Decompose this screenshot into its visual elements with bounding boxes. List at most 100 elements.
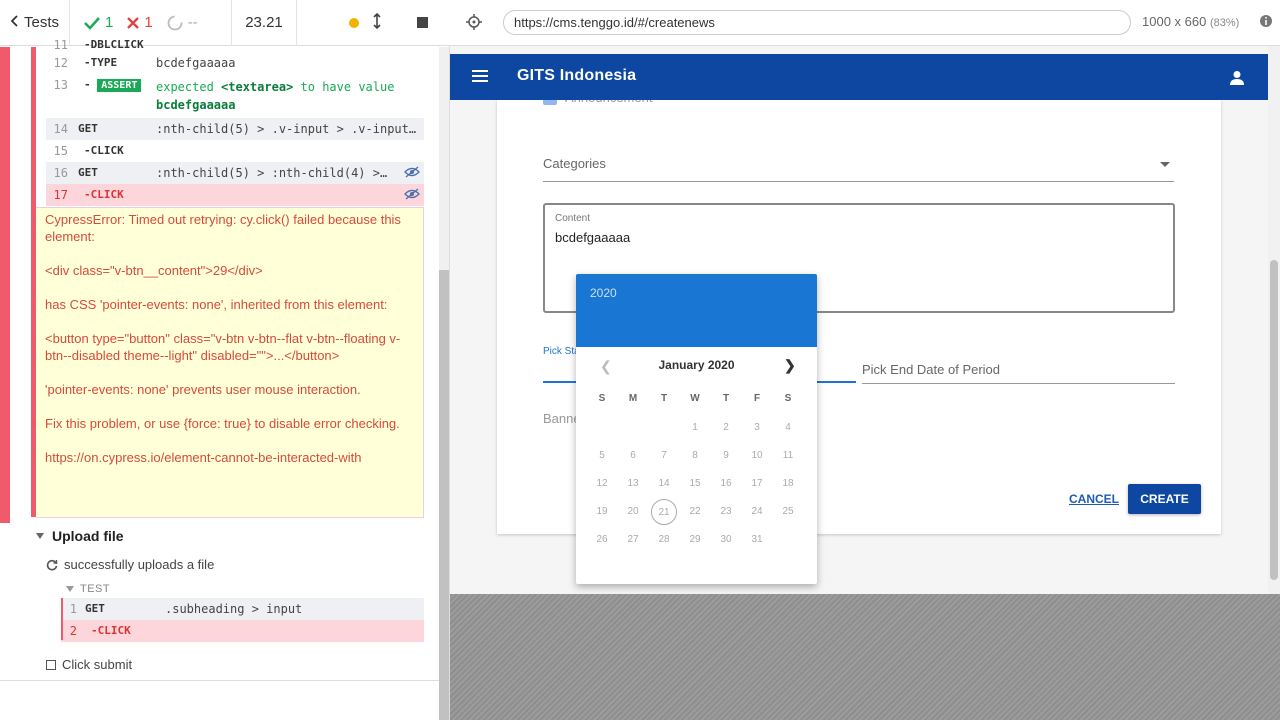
eye-slash-icon — [404, 166, 420, 178]
runner-scrollbar-thumb[interactable] — [439, 270, 449, 720]
assert-element: <textarea> — [221, 80, 294, 94]
command-name: -CLICK — [91, 624, 131, 637]
day-cell[interactable]: 29 — [682, 527, 708, 553]
command-row-failed[interactable]: 17 -CLICK — [46, 184, 424, 206]
error-docs-link[interactable]: https://on.cypress.io/element-cannot-be-… — [45, 449, 414, 466]
day-cell[interactable]: 28 — [651, 527, 677, 553]
failed-count: 1 — [127, 14, 153, 31]
day-today[interactable]: 21 — [651, 499, 677, 525]
failed-value: 1 — [144, 14, 153, 31]
create-button[interactable]: CREATE — [1128, 484, 1201, 514]
day-cell[interactable]: 9 — [713, 443, 739, 469]
day-cell[interactable]: 5 — [589, 443, 615, 469]
assert-value: bcdefgaaaaa — [156, 98, 236, 112]
command-name-text: TYPE — [90, 56, 118, 69]
end-date-field[interactable]: Pick End Date of Period — [862, 362, 1175, 384]
day-cell[interactable]: 31 — [744, 527, 770, 553]
cancel-button[interactable]: CANCEL — [1069, 492, 1119, 506]
test-body-label[interactable]: TEST — [66, 583, 110, 595]
assert-badge: ASSERT — [97, 79, 142, 92]
suite-title: Upload file — [52, 528, 124, 544]
day-cell[interactable]: 22 — [682, 499, 708, 525]
test-upload-file[interactable]: successfully uploads a file — [46, 557, 214, 572]
end-date-label: Pick End Date of Period — [862, 362, 1001, 377]
picker-month[interactable]: January 2020 — [576, 358, 817, 372]
weekday-label: M — [628, 393, 638, 404]
account-icon[interactable] — [1229, 70, 1245, 91]
day-cell[interactable]: 17 — [744, 471, 770, 497]
command-row-failed[interactable]: 2 -CLICK — [61, 620, 424, 642]
error-line: <button type="button" class="v-btn v-btn… — [45, 331, 401, 363]
viewport-zoom: (83%) — [1209, 17, 1240, 29]
stop-icon[interactable] — [417, 17, 428, 28]
chevron-right-icon[interactable]: ❯ — [784, 357, 796, 374]
aut-scrollbar-thumb[interactable] — [1270, 260, 1278, 580]
command-row[interactable]: 11 -DBLCLICK — [46, 38, 424, 52]
day-cell[interactable]: 24 — [744, 499, 770, 525]
command-name: -CLICK — [84, 188, 124, 201]
command-row[interactable]: 14 GET :nth-child(5) > .v-input > .v-inp… — [46, 118, 424, 140]
day-cell[interactable]: 20 — [620, 499, 646, 525]
info-icon[interactable] — [1260, 14, 1272, 33]
day-cell[interactable]: 10 — [744, 443, 770, 469]
command-number: 15 — [53, 144, 68, 158]
menu-icon[interactable] — [472, 69, 488, 87]
day-cell[interactable]: 14 — [651, 471, 677, 497]
day-cell[interactable]: 1 — [682, 415, 708, 441]
day-cell[interactable]: 2 — [713, 415, 739, 441]
day-cell[interactable]: 16 — [713, 471, 739, 497]
auto-scroll-icon[interactable] — [373, 12, 381, 33]
day-cell[interactable]: 12 — [589, 471, 615, 497]
day-cell[interactable]: 3 — [744, 415, 770, 441]
command-row[interactable]: 1 GET .subheading > input — [61, 598, 424, 620]
weekday-label: T — [660, 393, 668, 404]
test-title: Click submit — [62, 657, 133, 672]
day-cell[interactable]: 8 — [682, 443, 708, 469]
viewport-dimensions: 1000 x 660 — [1142, 14, 1207, 29]
day-cell[interactable]: 27 — [620, 527, 646, 553]
x-icon — [127, 16, 140, 29]
caret-down-icon — [36, 533, 44, 539]
app-toolbar: GITS Indonesia — [450, 54, 1268, 100]
command-row[interactable]: 13 - ASSERT expected <textarea> to have … — [46, 74, 424, 118]
day-cell[interactable]: 13 — [620, 471, 646, 497]
command-name-text: DBLCLICK — [90, 38, 144, 51]
picker-year[interactable]: 2020 — [590, 286, 617, 300]
command-row[interactable]: 12 -TYPE bcdefgaaaaa — [46, 52, 424, 74]
day-cell[interactable]: 23 — [713, 499, 739, 525]
pending-count: -- — [167, 14, 198, 31]
content-value: bcdefgaaaaa — [555, 230, 631, 245]
categories-label: Categories — [543, 156, 606, 171]
error-message: CypressError: Timed out retrying: cy.cli… — [36, 207, 424, 518]
day-cell[interactable]: 18 — [775, 471, 801, 497]
date-picker: 2020 ❮ January 2020 ❯ SMTWTFS 1234567891… — [576, 274, 817, 584]
url-input[interactable]: https://cms.tenggo.id/#/createnews — [503, 10, 1131, 35]
day-cell[interactable]: 15 — [682, 471, 708, 497]
command-name: GET — [85, 602, 105, 615]
day-cell[interactable]: 11 — [775, 443, 801, 469]
failed-commands-indicator — [61, 598, 63, 640]
command-row[interactable]: 15 -CLICK — [46, 140, 424, 162]
error-line: Fix this problem, or use {force: true} t… — [45, 416, 400, 431]
command-name-text: CLICK — [97, 624, 131, 637]
command-name: -DBLCLICK — [84, 38, 144, 51]
day-cell[interactable]: 26 — [589, 527, 615, 553]
day-cell[interactable]: 4 — [775, 415, 801, 441]
command-number: 13 — [53, 78, 68, 92]
passed-value: 1 — [105, 14, 114, 31]
day-cell[interactable]: 19 — [589, 499, 615, 525]
categories-select[interactable]: Categories — [543, 156, 1174, 182]
selector-playground-icon[interactable] — [466, 14, 482, 35]
suite-upload-file[interactable]: Upload file — [36, 528, 124, 544]
command-row[interactable]: 16 GET :nth-child(5) > :nth-child(4) >… — [46, 162, 424, 184]
test-click-submit[interactable]: Click submit — [46, 657, 132, 672]
running-indicator-icon — [349, 17, 359, 28]
day-cell[interactable]: 7 — [651, 443, 677, 469]
weekday-label: W — [690, 393, 700, 404]
day-cell[interactable]: 30 — [713, 527, 739, 553]
test-command-log: 1 GET .subheading > input 2 -CLICK — [61, 598, 424, 642]
day-cell[interactable]: 6 — [620, 443, 646, 469]
command-name: -TYPE — [84, 56, 118, 69]
day-cell[interactable]: 25 — [775, 499, 801, 525]
command-name: -CLICK — [84, 144, 124, 157]
